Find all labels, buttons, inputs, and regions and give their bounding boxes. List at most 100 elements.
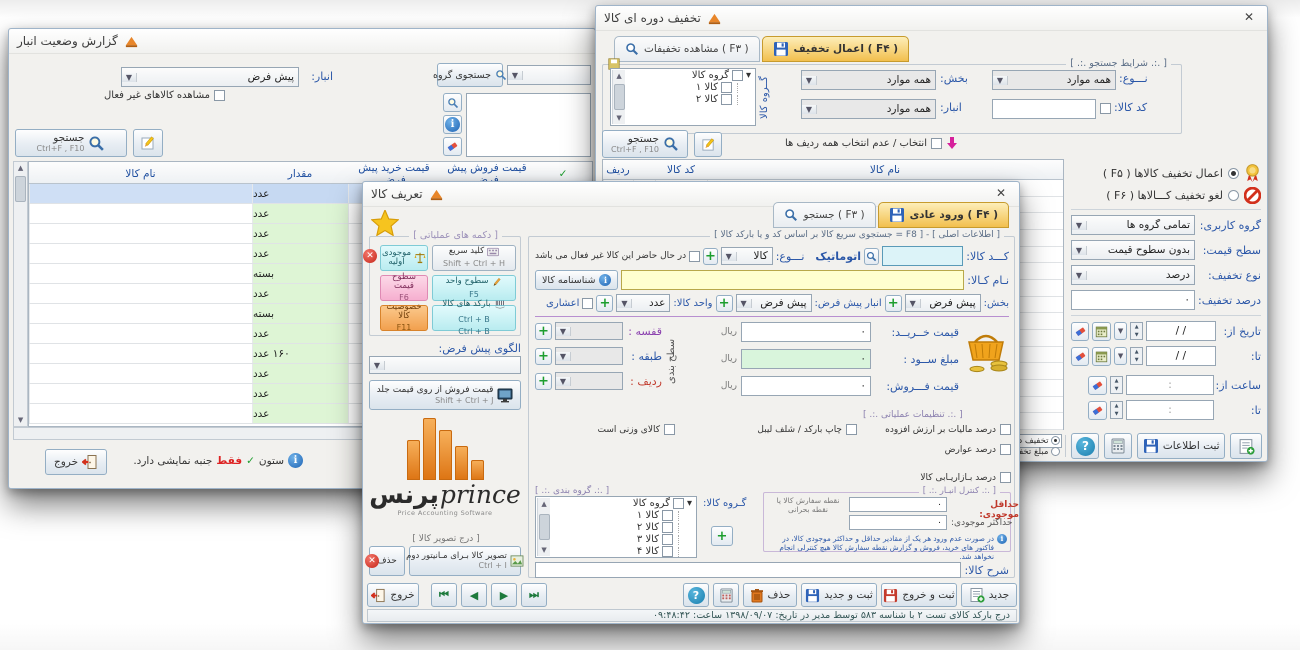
scroll-thumb[interactable] [614, 84, 625, 110]
close-panel-icon[interactable]: ✕ [363, 249, 377, 263]
time-from-input[interactable]: : [1126, 375, 1214, 395]
chevron-down-icon[interactable]: ▼ [370, 361, 385, 370]
marketing-checkbox-row[interactable]: درصد بـازاریـابی کالا [891, 472, 1011, 483]
tree-checkbox[interactable] [662, 534, 673, 545]
scroll-down-icon[interactable]: ▼ [541, 544, 546, 556]
scroll-up-icon[interactable]: ▲ [541, 498, 546, 510]
add-store-button[interactable]: + [716, 295, 733, 312]
tree-checkbox[interactable] [721, 94, 732, 105]
save-and-new-button[interactable]: ثبت و جدید [801, 583, 877, 607]
dept-combo[interactable]: ▼پیش فرض [905, 294, 981, 312]
save-and-exit-button[interactable]: ثبت و خروج [881, 583, 957, 607]
add-unit-button[interactable]: + [596, 295, 613, 312]
tree-checkbox[interactable] [732, 70, 743, 81]
favorite-star-icon[interactable] [371, 210, 399, 237]
cancel-discount-radio-row[interactable]: لغو تخفیف کـــالاها ( F۶ ) [1071, 187, 1261, 204]
tree-child-item[interactable]: کالا ۱ [551, 509, 696, 521]
pct-mode-radio[interactable] [1051, 436, 1060, 445]
group-result-list[interactable] [466, 93, 591, 157]
close-icon[interactable]: ✕ [1241, 10, 1257, 26]
vat-checkbox-row[interactable]: درصد مالیات بر ارزش افزوده [861, 424, 1011, 435]
date-clear-button[interactable] [1071, 347, 1089, 366]
second-monitor-image-button[interactable]: تصویر کالا بـرای مـانیتور دوم Ctrl + I [409, 546, 521, 576]
chevron-down-icon[interactable]: ▼ [802, 76, 817, 85]
max-stock-input[interactable]: ۰ [849, 515, 947, 530]
section-combo[interactable]: ▼همه موارد [801, 70, 936, 90]
unit-combo[interactable]: ▼عدد [616, 294, 670, 312]
exit-button[interactable]: خروج [367, 583, 419, 607]
time-to-input[interactable]: : [1126, 400, 1214, 420]
apply-discount-radio[interactable] [1228, 168, 1239, 179]
toll-checkbox[interactable] [1000, 444, 1011, 455]
inventory-vertical-scrollbar[interactable]: ▲ ▼ [13, 161, 28, 427]
store-combo[interactable]: ▼همه موارد [801, 99, 936, 119]
chevron-down-icon[interactable]: ▼ [1114, 322, 1128, 340]
default-pattern-combo[interactable]: ▼ [369, 356, 521, 374]
apply-discount-radio-row[interactable]: اعمال تخفیف کالاها ( F۵ ) [1071, 164, 1261, 182]
date-to-input[interactable]: / / [1146, 346, 1216, 366]
tree-checkbox[interactable] [721, 82, 732, 93]
initial-stock-button[interactable]: موجودی اولیه [380, 245, 428, 271]
add-dept-button[interactable]: + [885, 295, 902, 312]
collapse-icon[interactable]: ▾ [687, 498, 692, 509]
tree-scrollbar[interactable]: ▲▼ [537, 498, 550, 556]
floor-combo[interactable]: ▼ [555, 347, 623, 365]
inactive-items-checkbox[interactable] [214, 90, 225, 101]
toll-checkbox-row[interactable]: درصد عوارض [933, 444, 1011, 455]
chevron-down-icon[interactable]: ▼ [556, 352, 571, 361]
tree-root-item[interactable]: ▾گروه کالا [626, 69, 755, 81]
amount-mode-radio[interactable] [1051, 447, 1060, 456]
min-stock-input[interactable]: ۰ [849, 497, 947, 512]
inventory-titlebar[interactable]: گزارش وضعیت انبار [9, 29, 595, 54]
add-group-button[interactable]: + [711, 526, 733, 546]
vat-checkbox[interactable] [1000, 424, 1011, 435]
discount-type-combo[interactable]: ▼درصد [1071, 265, 1195, 285]
chevron-down-icon[interactable]: ▼ [993, 76, 1008, 85]
discount-titlebar[interactable]: تخفیف دوره ای کالا [596, 6, 1267, 31]
chevron-down-icon[interactable]: ▼ [617, 299, 632, 308]
chevron-down-icon[interactable]: ▼ [1072, 221, 1087, 230]
help-button[interactable]: ? [1071, 433, 1099, 459]
time-spinner[interactable]: ▲▼ [1110, 376, 1123, 394]
time-clear-button[interactable] [1088, 401, 1107, 420]
save-info-button[interactable]: ثبت اطلاعات [1137, 433, 1225, 459]
buy-price-input[interactable]: ۰ [741, 322, 871, 342]
product-properties-button[interactable]: خصوصیت کالا F11 [380, 305, 428, 331]
discount-grid-header[interactable]: نام کالا کد کالا ردیف [603, 160, 1063, 180]
scroll-up-icon[interactable]: ▲ [18, 162, 23, 174]
scroll-thumb[interactable] [539, 514, 550, 540]
date-spinner[interactable]: ▲▼ [1130, 322, 1143, 340]
price-level-combo[interactable]: ▼بدون سطوح قیمت [1071, 240, 1195, 260]
product-name-input[interactable] [621, 270, 964, 290]
help-button[interactable]: ? [683, 583, 709, 607]
calendar-button[interactable] [1092, 347, 1110, 366]
decimal-checkbox[interactable] [582, 298, 593, 309]
rowpos-combo[interactable]: ▼ [555, 372, 623, 390]
tab-search[interactable]: جستجو ( F۳ ) [773, 202, 875, 228]
item-code-checkbox[interactable] [1100, 103, 1111, 114]
chevron-down-icon[interactable]: ▼ [556, 377, 571, 386]
nav-prev-button[interactable]: ◀ [461, 583, 487, 607]
default-store-combo[interactable]: ▼پیش فرض [736, 294, 812, 312]
select-all-row[interactable]: انتخاب / عدم انتخاب همه ردیف ها [746, 137, 958, 150]
barcode-print-checkbox-row[interactable]: چاپ بارکد / شلف لیبل [753, 424, 857, 435]
chevron-down-icon[interactable]: ▼ [722, 252, 737, 261]
weighted-checkbox[interactable] [664, 424, 675, 435]
nav-last-button[interactable]: ⏭ [521, 583, 547, 607]
quick-key-button[interactable]: کلید سریع Shift + Ctrl + H [432, 245, 516, 271]
inactive-checkbox[interactable] [689, 251, 700, 262]
time-spinner[interactable]: ▲▼ [1110, 401, 1123, 419]
exit-button[interactable]: خروج [45, 449, 107, 475]
tree-scrollbar[interactable]: ▲▼ [612, 70, 625, 124]
search-button[interactable]: جستجو Ctrl+F , F10 [15, 129, 127, 157]
note-button[interactable] [694, 132, 722, 157]
tab-apply-discount[interactable]: اعمال تخفیف ( F۴ ) [762, 36, 910, 62]
type-combo[interactable]: ▼همه موارد [992, 70, 1116, 90]
close-icon[interactable]: ✕ [993, 186, 1009, 202]
add-shelf-button[interactable]: + [535, 323, 552, 340]
tree-child-item[interactable]: کالا ۳ [551, 533, 696, 545]
select-all-checkbox[interactable] [931, 138, 942, 149]
discount-group-tree[interactable]: ▲▼▾گروه کالاکالا ۱کالا ۲ [610, 68, 756, 126]
list-clear-button[interactable] [443, 137, 462, 156]
new-button[interactable]: جدید [961, 583, 1017, 607]
